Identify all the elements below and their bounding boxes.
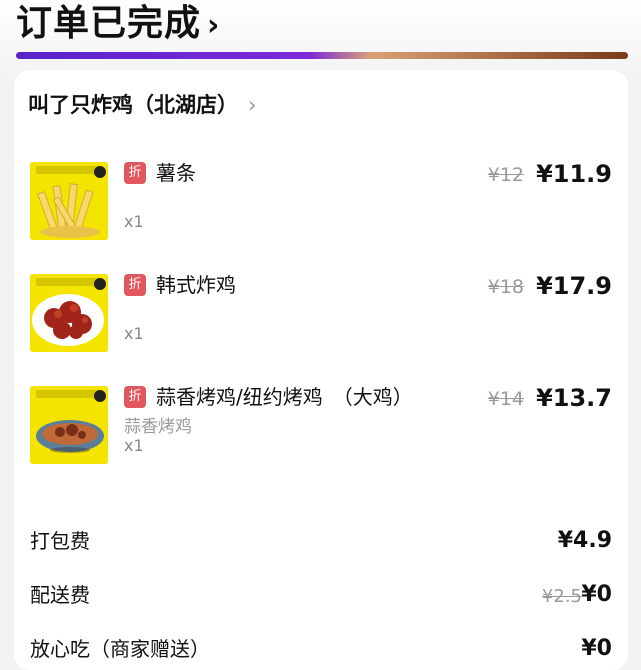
item-name: 薯条 <box>156 161 196 185</box>
item-quantity: x1 <box>124 212 144 231</box>
order-item[interactable]: 折 薯条 x1 ¥12 ¥11.9 <box>14 160 628 272</box>
fee-label: 放心吃（商家赠送） <box>30 637 210 661</box>
fee-label: 配送费 <box>30 583 90 607</box>
original-price: ¥14 <box>487 388 524 410</box>
item-name: 韩式炸鸡 <box>156 273 236 297</box>
fee-row-assurance: 放心吃（商家赠送） ¥0 <box>14 634 628 664</box>
item-quantity: x1 <box>124 324 144 343</box>
fee-row-delivery: 配送费 ¥2.5 ¥0 <box>14 580 628 610</box>
item-name: 蒜香烤鸡/纽约烤鸡 （大鸡） <box>156 385 413 409</box>
order-card: 叫了只炸鸡（北湖店） › 折 薯条 x1 ¥12 ¥11.9 折 韩式炸鸡 x1… <box>14 70 628 670</box>
chevron-right-icon: › <box>207 8 221 43</box>
store-link[interactable]: 叫了只炸鸡（北湖店） › <box>28 91 256 119</box>
fee-value: ¥0 <box>581 582 612 607</box>
fee-row-packaging: 打包费 ¥4.9 <box>14 526 628 556</box>
discount-badge: 折 <box>124 162 146 184</box>
fee-original-value: ¥2.5 <box>541 586 582 607</box>
store-name: 叫了只炸鸡（北湖店） <box>28 93 238 117</box>
order-item[interactable]: 折 蒜香烤鸡/纽约烤鸡 （大鸡） 蒜香烤鸡 x1 ¥14 ¥13.7 <box>14 384 628 496</box>
fee-value: ¥0 <box>581 636 612 661</box>
original-price: ¥18 <box>487 276 524 298</box>
order-item[interactable]: 折 韩式炸鸡 x1 ¥18 ¥17.9 <box>14 272 628 384</box>
discount-badge: 折 <box>124 274 146 296</box>
item-quantity: x1 <box>124 436 144 455</box>
fee-label: 打包费 <box>30 529 90 553</box>
order-status-header: 订单已完成 › <box>0 0 641 70</box>
item-price: ¥17.9 <box>536 272 612 300</box>
status-progress-bar <box>16 52 628 59</box>
chevron-right-icon: › <box>248 93 257 117</box>
item-spec: 蒜香烤鸡 <box>124 417 192 437</box>
item-price: ¥13.7 <box>536 384 612 412</box>
discount-badge: 折 <box>124 386 146 408</box>
order-status-title[interactable]: 订单已完成 › <box>16 0 220 50</box>
fries-photo-icon <box>30 162 108 240</box>
page-title: 订单已完成 <box>16 3 202 44</box>
fee-value: ¥4.9 <box>557 528 612 553</box>
original-price: ¥12 <box>487 164 524 186</box>
item-price: ¥11.9 <box>536 160 612 188</box>
roast-chicken-photo-icon <box>30 386 108 464</box>
korean-fried-chicken-photo-icon <box>30 274 108 352</box>
